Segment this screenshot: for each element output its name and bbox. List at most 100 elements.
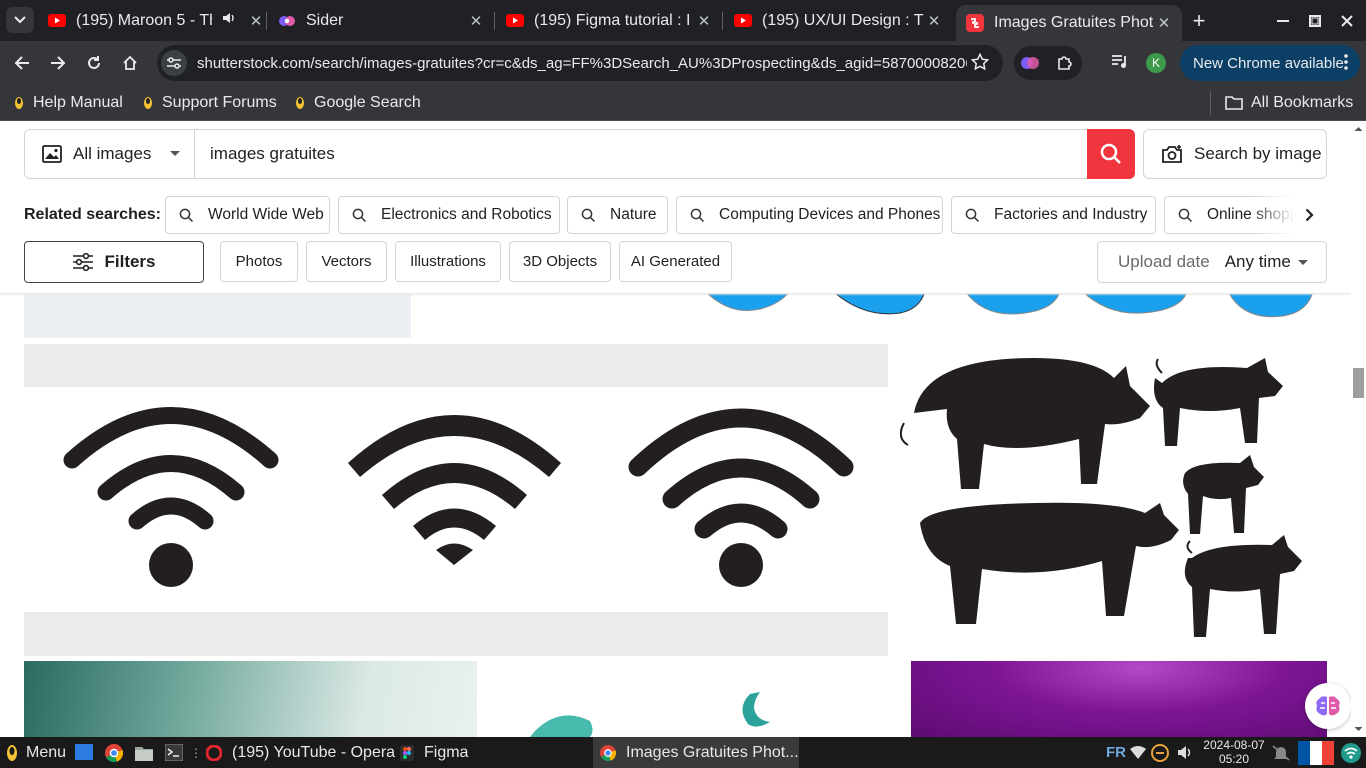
sider-extension-icon[interactable] bbox=[1020, 53, 1040, 78]
search-icon bbox=[965, 208, 980, 222]
media-control-icon[interactable] bbox=[1111, 54, 1129, 75]
more-vert-icon[interactable] bbox=[1344, 54, 1348, 74]
search-icon bbox=[690, 208, 705, 222]
related-chip-world-wide-web[interactable]: World Wide Web bbox=[165, 196, 330, 234]
home-button[interactable] bbox=[114, 47, 146, 79]
image-type-dropdown[interactable]: All images bbox=[25, 130, 195, 178]
image-teal-gradient-photo[interactable] bbox=[24, 661, 477, 737]
french-flag-icon[interactable] bbox=[1298, 741, 1334, 765]
related-chip-computing[interactable]: Computing Devices and Phones bbox=[676, 196, 943, 234]
image-teal-illustration[interactable] bbox=[520, 686, 800, 737]
figma-icon bbox=[400, 744, 414, 761]
tab-maroon5[interactable]: (195) Maroon 5 - Th ✕ bbox=[40, 0, 267, 41]
upload-date-dropdown[interactable]: Upload date Any time bbox=[1097, 241, 1327, 283]
image-placeholder[interactable] bbox=[24, 293, 411, 338]
tab-search-button[interactable] bbox=[6, 7, 34, 33]
profile-avatar[interactable]: K bbox=[1146, 53, 1166, 73]
related-searches-label-wrap: Related searches: bbox=[24, 196, 174, 234]
youtube-icon bbox=[48, 12, 66, 30]
back-button[interactable] bbox=[6, 47, 38, 79]
filter-vectors[interactable]: Vectors bbox=[306, 241, 387, 282]
taskbar-figma[interactable]: Figma bbox=[400, 737, 468, 768]
chrome-icon[interactable] bbox=[105, 744, 124, 767]
related-chip-factories[interactable]: Factories and Industry bbox=[951, 196, 1156, 234]
taskbar-opera-youtube[interactable]: ⋮ (195) YouTube - Opera bbox=[190, 737, 395, 768]
extensions-puzzle-icon[interactable] bbox=[1056, 54, 1074, 77]
filter-ai-generated[interactable]: AI Generated bbox=[619, 241, 732, 282]
chip-label: Factories and Industry bbox=[994, 206, 1148, 223]
filter-photos[interactable]: Photos bbox=[220, 241, 298, 282]
search-input[interactable]: images gratuites bbox=[210, 130, 335, 178]
maximize-icon[interactable] bbox=[1299, 0, 1331, 41]
close-tab-icon[interactable]: ✕ bbox=[924, 11, 944, 31]
image-pig-silhouettes[interactable] bbox=[900, 353, 1330, 651]
reload-button[interactable] bbox=[78, 47, 110, 79]
search-by-image-button[interactable]: Search by image bbox=[1143, 129, 1327, 179]
bookmark-support-forums[interactable]: Support Forums bbox=[143, 91, 277, 115]
scroll-down-arrow-icon[interactable] bbox=[1351, 723, 1366, 735]
filters-label: Filters bbox=[104, 252, 156, 271]
speaker-icon[interactable] bbox=[222, 11, 236, 30]
new-chrome-label: New Chrome available bbox=[1193, 54, 1344, 72]
ai-assistant-button[interactable] bbox=[1305, 683, 1351, 729]
close-tab-icon[interactable]: ✕ bbox=[246, 11, 266, 31]
new-chrome-available-button[interactable]: New Chrome available bbox=[1180, 45, 1360, 81]
caret-down-icon bbox=[1298, 260, 1308, 265]
scroll-up-arrow-icon[interactable] bbox=[1351, 123, 1366, 135]
all-bookmarks-button[interactable]: All Bookmarks bbox=[1225, 91, 1353, 115]
image-purple-sparkle[interactable] bbox=[911, 661, 1327, 737]
wifi-status-icon[interactable] bbox=[1130, 745, 1146, 764]
keyboard-layout-indicator[interactable]: FR bbox=[1106, 744, 1126, 761]
file-manager-icon[interactable] bbox=[135, 745, 153, 766]
network-manager-icon[interactable] bbox=[1340, 742, 1362, 768]
image-icon bbox=[42, 145, 62, 163]
volume-icon[interactable] bbox=[1177, 745, 1193, 765]
filter-3d-objects[interactable]: 3D Objects bbox=[509, 241, 611, 282]
desktop-icon[interactable] bbox=[75, 744, 93, 765]
related-chip-electronics[interactable]: Electronics and Robotics bbox=[338, 196, 560, 234]
new-tab-button[interactable]: + bbox=[1186, 8, 1212, 34]
tab-sider[interactable]: Sider ✕ bbox=[270, 0, 495, 41]
bookmark-star-icon[interactable] bbox=[970, 52, 990, 76]
search-button[interactable] bbox=[1087, 129, 1135, 179]
system-clock[interactable]: 2024-08-07 05:20 bbox=[1198, 737, 1270, 768]
bookmark-google-search[interactable]: Google Search bbox=[295, 91, 421, 115]
wifi-icon bbox=[628, 408, 854, 539]
notifications-muted-icon[interactable] bbox=[1272, 745, 1290, 766]
youtube-icon bbox=[734, 12, 752, 30]
close-window-icon[interactable] bbox=[1331, 0, 1363, 41]
terminal-icon[interactable] bbox=[164, 743, 184, 766]
related-chip-nature[interactable]: Nature bbox=[567, 196, 668, 234]
filters-button[interactable]: Filters bbox=[24, 241, 204, 283]
close-tab-icon[interactable]: ✕ bbox=[1154, 13, 1174, 33]
camera-search-icon bbox=[1162, 145, 1182, 163]
scrollbar-thumb[interactable] bbox=[1353, 368, 1364, 398]
chip-label: World Wide Web bbox=[208, 206, 324, 223]
menu-label: Menu bbox=[26, 743, 67, 761]
close-tab-icon[interactable]: ✕ bbox=[694, 11, 714, 31]
filter-illustrations[interactable]: Illustrations bbox=[395, 241, 501, 282]
forward-button[interactable] bbox=[42, 47, 74, 79]
address-bar[interactable]: shutterstock.com/search/images-gratuites… bbox=[157, 45, 1003, 81]
search-by-image-label: Search by image bbox=[1194, 144, 1322, 163]
tab-uxui-design[interactable]: (195) UX/UI Design : T ✕ bbox=[726, 0, 952, 41]
start-menu-button[interactable]: Menu bbox=[6, 737, 66, 768]
image-caption-bar bbox=[24, 344, 888, 387]
image-wifi-icons[interactable] bbox=[24, 387, 888, 612]
site-info-icon[interactable] bbox=[161, 50, 187, 76]
related-next-button[interactable] bbox=[1250, 196, 1330, 234]
minimize-icon[interactable] bbox=[1267, 0, 1299, 41]
tab-images-gratuites[interactable]: Images Gratuites Phot ✕ bbox=[956, 5, 1182, 41]
image-caption-bar bbox=[24, 612, 888, 656]
page-scrollbar[interactable] bbox=[1351, 121, 1366, 737]
tab-strip: (195) Maroon 5 - Th ✕ Sider ✕ (195) Figm… bbox=[0, 0, 1366, 41]
tab-figma-tutorial[interactable]: (195) Figma tutorial : I ✕ bbox=[498, 0, 723, 41]
bookmarks-divider bbox=[1210, 91, 1211, 115]
tab-title: Images Gratuites Phot bbox=[994, 14, 1154, 31]
update-manager-icon[interactable] bbox=[1150, 743, 1170, 768]
taskbar-chrome-images[interactable]: Images Gratuites Phot... bbox=[593, 737, 799, 768]
image-type-label: All images bbox=[73, 144, 152, 163]
close-tab-icon[interactable]: ✕ bbox=[466, 11, 486, 31]
bookmark-help-manual[interactable]: Help Manual bbox=[14, 91, 123, 115]
brain-icon bbox=[1316, 696, 1340, 716]
